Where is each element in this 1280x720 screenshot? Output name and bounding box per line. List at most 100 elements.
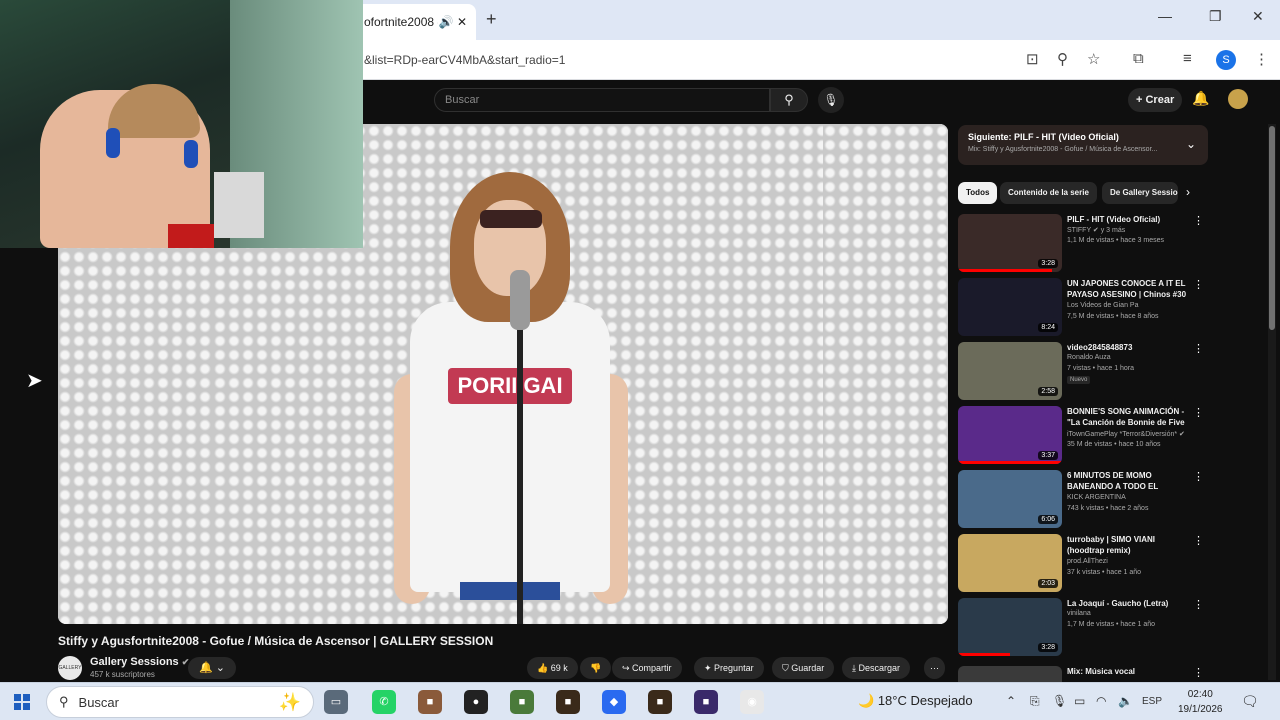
recommendation-item[interactable]: 3:37 BONNIE'S SONG ANIMACIÓN - "La Canció… <box>958 406 1208 464</box>
search-button[interactable]: ⚲ <box>770 88 808 112</box>
window-close-icon[interactable]: ✕ <box>1252 8 1264 25</box>
recommendation-meta: 1,1 M de vistas • hace 3 meses <box>1067 237 1164 244</box>
media-controls-icon[interactable]: ≡ <box>1183 50 1192 67</box>
taskbar-app-whatsapp-icon[interactable]: ✆ <box>372 690 396 714</box>
recommendation-title[interactable]: UN JAPONES CONOCE A IT EL PAYASO ASESINO… <box>1067 278 1193 300</box>
audio-playing-icon[interactable]: 🔊 <box>438 15 454 29</box>
taskbar-search[interactable]: ⚲ Buscar ✨ <box>46 686 314 718</box>
recommendation-item[interactable]: 8:24 UN JAPONES CONOCE A IT EL PAYASO ASE… <box>958 278 1208 336</box>
taskbar-app-minecraft-icon[interactable]: ■ <box>510 690 534 714</box>
restore-icon[interactable]: ❐ <box>1209 8 1222 25</box>
video-thumbnail[interactable]: 8:24 <box>958 278 1062 336</box>
recommendation-item[interactable]: 2:58 video2845848873 Ronaldo Auza 7 vistas … <box>958 342 1208 400</box>
channel-name[interactable]: Gallery Sessions ✔ <box>90 656 189 668</box>
taskbar-app-app-black-icon[interactable]: ● <box>464 690 488 714</box>
recommendation-title[interactable]: 6 MINUTOS DE MOMO BANEANDO A TODO EL MUN… <box>1067 470 1193 492</box>
browser-tab[interactable]: ofortnite2008 - G 🔊 ✕ <box>356 4 476 40</box>
minimize-icon[interactable]: — <box>1158 8 1172 24</box>
up-next-panel[interactable]: Siguiente: PILF - HIT (Video Oficial) Mi… <box>958 125 1208 165</box>
recommendation-title[interactable]: Mix: Música vocal <box>1067 666 1193 677</box>
extensions-icon[interactable]: ⧉ <box>1133 50 1144 67</box>
subscription-bell-button[interactable]: 🔔 ⌄ <box>188 657 236 679</box>
watch-progress-bar <box>958 653 1010 656</box>
recommendation-channel[interactable]: Los Videos de Gian Pa <box>1067 302 1138 309</box>
dislike-button[interactable]: 👎 <box>580 657 612 679</box>
chip-from-channel[interactable]: De Gallery Sessions <box>1102 182 1178 204</box>
bookmark-star-icon[interactable]: ☆ <box>1087 50 1100 68</box>
taskbar-app-chrome-icon[interactable]: ◉ <box>740 690 764 714</box>
more-options-icon[interactable]: ⋮ <box>1193 278 1204 291</box>
recommendation-title[interactable]: PILF - HIT (Video Oficial) <box>1067 214 1193 225</box>
more-options-icon[interactable]: ⋮ <box>1193 470 1204 483</box>
more-options-icon[interactable]: ⋮ <box>1193 598 1204 611</box>
taskbar-app-task-view-icon[interactable]: ▭ <box>324 690 348 714</box>
clock[interactable]: 02:40 19/1/2026 <box>1178 687 1223 717</box>
ask-label: Preguntar <box>714 663 754 673</box>
share-button[interactable]: ↪ Compartir <box>612 657 682 679</box>
tab-close-icon[interactable]: ✕ <box>454 15 470 29</box>
create-button[interactable]: + Crear <box>1128 88 1183 112</box>
taskbar-app-roblox-icon[interactable]: ◆ <box>602 690 626 714</box>
ask-button[interactable]: ✦ Preguntar <box>694 657 764 679</box>
new-tab-icon[interactable]: + <box>486 9 497 30</box>
profile-avatar[interactable]: S <box>1216 50 1236 70</box>
taskbar-app-app-figure-icon[interactable]: ■ <box>418 690 442 714</box>
recommendation-channel[interactable]: STIFFY ✔ y 3 más <box>1067 226 1125 234</box>
chevron-down-icon[interactable]: ⌄ <box>1186 137 1196 151</box>
video-thumbnail[interactable]: 2:03 <box>958 534 1062 592</box>
more-options-icon[interactable]: ⋮ <box>1193 406 1204 419</box>
tray-overflow-icon[interactable]: ⌃ <box>1006 694 1016 708</box>
account-avatar[interactable] <box>1228 89 1248 109</box>
search-input[interactable]: Buscar <box>434 88 770 112</box>
download-button[interactable]: ⤓ Descargar <box>842 657 910 679</box>
zoom-icon[interactable]: ⚲ <box>1057 50 1068 68</box>
battery-icon[interactable]: ▭ <box>1074 694 1085 708</box>
recommendation-item[interactable]: 2:03 turrobaby | SIMO VIANI (hoodtrap rem… <box>958 534 1208 592</box>
recommendation-channel[interactable]: prod.AllThezi <box>1067 558 1108 565</box>
language-indicator[interactable]: ESP <box>1142 696 1162 707</box>
scrollbar-thumb[interactable] <box>1269 126 1275 330</box>
more-options-icon[interactable]: ⋮ <box>1193 666 1204 679</box>
recommendation-item[interactable]: 3:28 La Joaquí - Gaucho (Letra) vinilana 1,… <box>958 598 1208 656</box>
more-options-icon[interactable]: ⋮ <box>1193 534 1204 547</box>
notifications-icon[interactable]: 🔔 <box>1192 90 1209 107</box>
taskbar-app-app-game-icon[interactable]: ■ <box>556 690 580 714</box>
more-actions-button[interactable]: ⋯ <box>924 657 945 679</box>
address-bar[interactable]: &list=RDp-earCV4MbA&start_radio=1 <box>364 53 565 67</box>
more-options-icon[interactable]: ⋮ <box>1193 342 1204 355</box>
recommendation-channel[interactable]: iTownGamePlay *Terror&Diversión* ✔ <box>1067 430 1185 438</box>
more-options-icon[interactable]: ⋮ <box>1193 214 1204 227</box>
volume-icon[interactable]: 🔈 <box>1118 694 1133 708</box>
save-button[interactable]: ⛉ Guardar <box>772 657 835 679</box>
menu-icon[interactable]: ⋮ <box>1254 50 1269 68</box>
recommendation-item[interactable]: 3:28 PILF - HIT (Video Oficial) STIFFY ✔ y… <box>958 214 1208 272</box>
video-thumbnail[interactable]: 3:28 <box>958 214 1062 272</box>
microphone-icon[interactable]: 🎙 <box>1052 694 1067 708</box>
chip-todos[interactable]: Todos <box>958 182 998 204</box>
video-thumbnail[interactable]: 2:58 <box>958 342 1062 400</box>
recommendation-title[interactable]: turrobaby | SIMO VIANI (hoodtrap remix) <box>1067 534 1193 556</box>
voice-search-button[interactable]: 🎙 <box>818 87 844 113</box>
video-thumbnail[interactable]: 3:37 <box>958 406 1062 464</box>
weather-widget[interactable]: 🌙 18°C Despejado <box>858 693 973 709</box>
chip-series-content[interactable]: Contenido de la serie <box>1000 182 1097 204</box>
taskbar-app-app-purple-icon[interactable]: ■ <box>694 690 718 714</box>
wifi-icon[interactable]: ◠ <box>1096 694 1106 708</box>
chevron-right-icon[interactable]: › <box>1186 185 1190 199</box>
recommendation-item[interactable]: 6:06 6 MINUTOS DE MOMO BANEANDO A TODO EL… <box>958 470 1208 528</box>
recommendation-title[interactable]: La Joaquí - Gaucho (Letra) <box>1067 598 1193 609</box>
notifications-icon[interactable]: 🗨 <box>1241 693 1259 710</box>
recommendation-title[interactable]: video2845848873 <box>1067 342 1193 353</box>
like-button[interactable]: 👍 69 k <box>527 657 578 679</box>
install-icon[interactable]: ⊡ <box>1026 50 1039 68</box>
tray-app-icon[interactable]: ⎘ <box>1030 694 1040 709</box>
video-thumbnail[interactable]: 3:28 <box>958 598 1062 656</box>
recommendation-channel[interactable]: vinilana <box>1067 610 1091 617</box>
recommendation-title[interactable]: BONNIE'S SONG ANIMACIÓN - "La Canción de… <box>1067 406 1193 428</box>
recommendation-channel[interactable]: Ronaldo Auza <box>1067 354 1111 361</box>
channel-avatar[interactable]: GALLERY <box>58 656 82 680</box>
taskbar-app-fnaf-icon[interactable]: ■ <box>648 690 672 714</box>
recommendation-channel[interactable]: KICK ARGENTINA <box>1067 494 1126 501</box>
video-thumbnail[interactable]: 6:06 <box>958 470 1062 528</box>
start-button[interactable] <box>14 694 30 710</box>
